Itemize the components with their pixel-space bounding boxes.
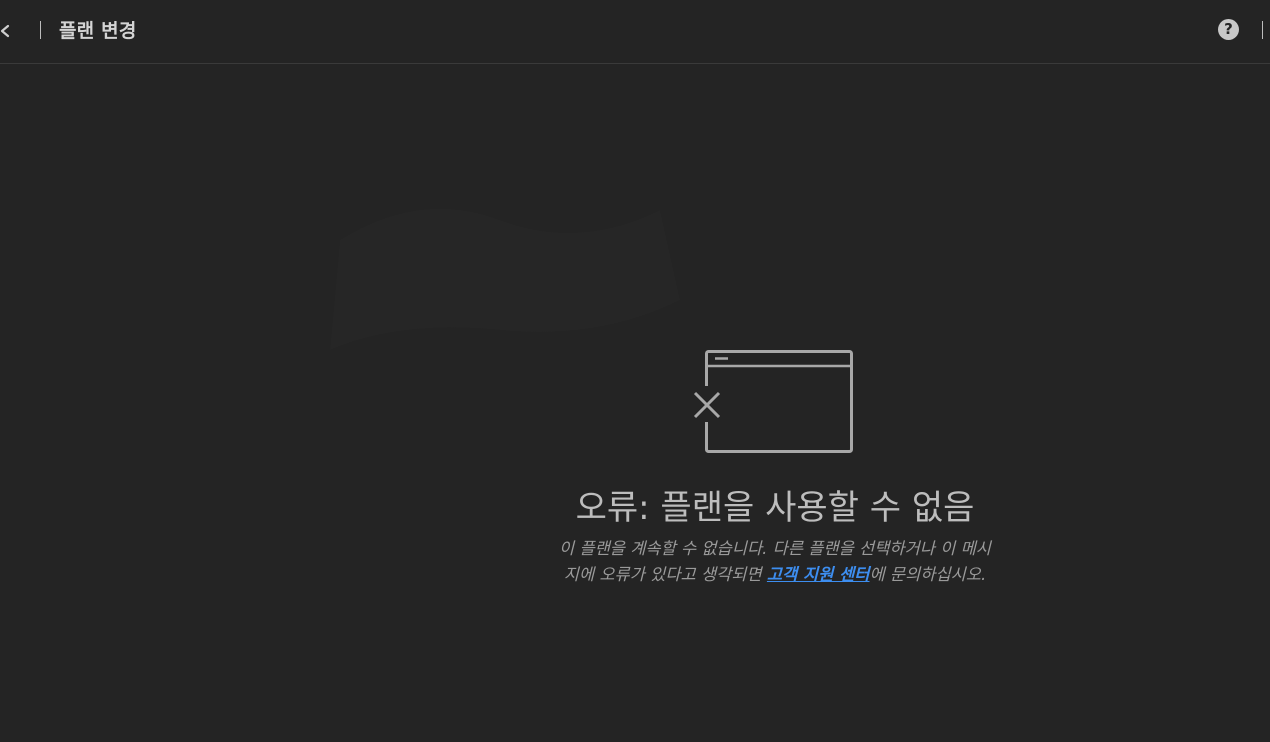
back-button[interactable] [0,20,14,42]
page-title: 플랜 변경 [59,20,137,42]
page: 플랜 변경 ? 오류: 플랜을 사용할 수 없음 이 플랜을 계속할 수 없습니… [0,0,1270,742]
chevron-left-icon [0,24,10,38]
header-divider-right [1262,21,1263,39]
background-watermark [330,208,680,350]
error-description-line2-prefix: 지에 오류가 있다고 생각되면 [563,565,767,584]
question-circle-icon: ? [1224,20,1233,38]
error-description-line2-suffix: 에 문의하십시오. [869,565,987,584]
window-error-icon [693,350,853,453]
help-button[interactable]: ? [1218,19,1239,40]
header-bar: 플랜 변경 ? [0,0,1270,64]
error-description: 이 플랜을 계속할 수 없습니다. 다른 플랜을 선택하거나 이 메시 지에 오… [530,536,1020,588]
support-center-link[interactable]: 고객 지원 센터 [767,565,870,584]
header-divider-left [40,21,41,39]
error-description-line1: 이 플랜을 계속할 수 없습니다. 다른 플랜을 선택하거나 이 메시 [559,539,991,558]
error-title: 오류: 플랜을 사용할 수 없음 [575,488,975,528]
